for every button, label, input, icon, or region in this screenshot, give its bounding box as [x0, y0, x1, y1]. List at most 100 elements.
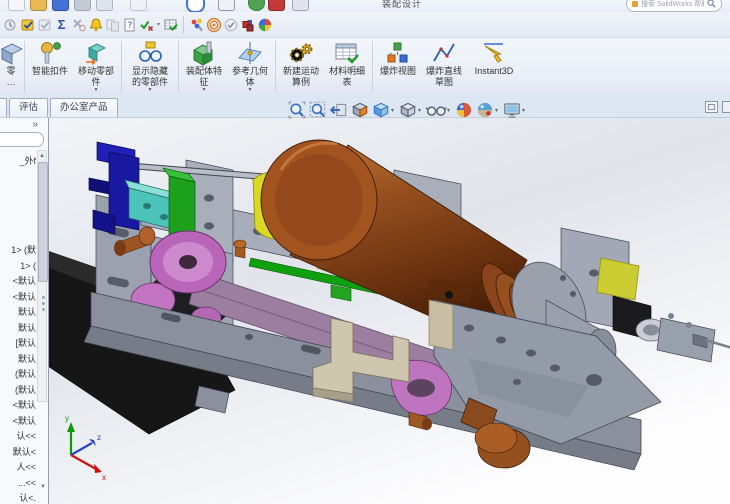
explode-line-sketch-icon [431, 40, 457, 66]
tools-toolbar: Σ ? ▾ [0, 12, 730, 38]
dropdown-arrow-icon[interactable]: ▾ [148, 87, 151, 94]
assembly-features-icon [191, 40, 217, 66]
panel-expand-chevron[interactable]: » [32, 119, 38, 130]
scrollbar-thumb[interactable] [38, 162, 48, 282]
motion-rings-icon[interactable] [205, 16, 222, 34]
compare-disabled-icon[interactable] [104, 16, 121, 34]
color-swatch-icon[interactable] [268, 0, 285, 11]
check-circle-icon[interactable] [222, 16, 239, 34]
graphics-area[interactable]: y z x [49, 118, 730, 504]
zoom-area-icon[interactable] [308, 100, 328, 120]
dropdown-arrow-icon[interactable]: ▾ [155, 21, 162, 28]
smart-fasteners-button[interactable]: 智能扣件 [27, 38, 73, 95]
show-hidden-components-button[interactable]: 显示隐藏的零部件 ▾ [124, 38, 176, 95]
solidworks-window: 装配设计 搜索 SolidWorks 帮助 Σ ? ▾ 零 … 智能扣件 移动零… [0, 0, 730, 504]
tree-item[interactable]: ...<< [0, 476, 36, 492]
bill-of-materials-button[interactable]: 材料明细表 [324, 38, 370, 95]
button-label: 零 [6, 66, 16, 76]
feature-tree: 1> (默 1> ( <默认 <默认 默认 默认 [默认 默认 (默认 (默认 … [0, 243, 36, 504]
tab-partial[interactable] [0, 98, 7, 117]
render-sphere-icon[interactable] [256, 16, 273, 34]
svg-text:?: ? [127, 21, 132, 31]
close-window-icon-partial[interactable] [722, 101, 730, 113]
tab-evaluate[interactable]: 评估 [9, 98, 49, 117]
alert-bell-icon[interactable] [87, 16, 104, 34]
tree-item[interactable]: 1> (默 [0, 243, 36, 259]
display-style-icon[interactable]: ▾ [398, 100, 424, 120]
button-label: 显示隐藏的零部件 [131, 66, 168, 87]
tree-item[interactable]: <默认 [0, 398, 36, 414]
move-component-button[interactable]: 移动零部件 ▾ [73, 38, 119, 95]
panel-splitter-grip[interactable] [42, 296, 45, 311]
new-doc-icon[interactable] [8, 0, 25, 11]
new-motion-study-button[interactable]: 新建运动算例 [278, 38, 324, 95]
appearance-paint-icon[interactable] [188, 16, 205, 34]
options-icon[interactable] [96, 0, 113, 11]
design-checker-icon[interactable] [19, 16, 36, 34]
dropdown-arrow-icon[interactable]: ▾ [202, 87, 205, 94]
history-icon[interactable] [2, 16, 19, 34]
dropdown-arrow-icon[interactable]: ▾ [248, 87, 251, 94]
verify-check-x-icon[interactable] [138, 16, 155, 34]
section-view-icon[interactable] [350, 100, 370, 120]
show-hidden-components-icon [137, 40, 163, 66]
tree-item[interactable]: (默认 [0, 383, 36, 399]
bill-of-materials-icon [334, 40, 360, 66]
tree-item[interactable]: <默认 [0, 290, 36, 306]
table-evaluate-icon[interactable] [162, 16, 179, 34]
previous-view-icon[interactable] [329, 100, 349, 120]
hide-show-items-icon[interactable]: ▾ [425, 100, 453, 120]
button-label: 新建运动算例 [282, 66, 319, 87]
reference-geometry-button[interactable]: 参考几何体 ▾ [227, 38, 273, 95]
view-settings-icon[interactable]: ▾ [502, 100, 528, 120]
zoom-fit-icon[interactable] [287, 100, 307, 120]
view-orientation-icon[interactable]: ▾ [371, 100, 397, 120]
rebuild-icon[interactable] [130, 0, 147, 11]
tree-item[interactable]: 认<< [0, 429, 36, 445]
check-disabled-icon[interactable] [36, 16, 53, 34]
save-icon[interactable] [52, 0, 69, 11]
tree-item[interactable]: 人<< [0, 460, 36, 476]
search-flag-icon [632, 0, 638, 7]
triad-x-label: x [102, 473, 106, 482]
tree-item[interactable]: 默认 [0, 352, 36, 368]
tree-scrollbar[interactable]: ▲ [37, 150, 48, 402]
select-icon[interactable] [218, 0, 235, 11]
assembly-model[interactable]: y z x [49, 118, 730, 504]
tree-item[interactable]: 默认< [0, 445, 36, 461]
window-icon[interactable] [292, 0, 309, 11]
explode-line-sketch-button[interactable]: 爆炸直线草图 [421, 38, 467, 95]
deviation-blocks-icon[interactable] [239, 16, 256, 34]
dropdown-arrow-icon[interactable]: ▾ [94, 87, 97, 94]
restore-window-icon[interactable] [705, 101, 718, 113]
print-icon[interactable] [74, 0, 91, 11]
tree-item[interactable]: 默认 [0, 305, 36, 321]
edit-appearance-icon[interactable] [454, 100, 474, 120]
open-folder-icon[interactable] [30, 0, 47, 11]
scroll-up-icon[interactable]: ▲ [38, 151, 46, 161]
tree-item[interactable]: 默认 [0, 321, 36, 337]
tree-filter-input[interactable] [0, 132, 44, 147]
tree-item[interactable]: <默认 [0, 274, 36, 290]
undo-icon[interactable] [186, 0, 205, 12]
exploded-view-button[interactable]: 爆炸视图 [375, 38, 421, 95]
apply-scene-icon[interactable]: ▾ [475, 100, 501, 120]
scroll-down-icon[interactable]: ▼ [40, 484, 46, 490]
tree-item[interactable]: <默认 [0, 414, 36, 430]
instant3d-button[interactable]: Instant3D [467, 38, 521, 95]
tree-item[interactable]: (默认 [0, 367, 36, 383]
assembly-features-button[interactable]: 装配体特征 ▾ [181, 38, 227, 95]
insert-component-button-partial[interactable]: 零 … [0, 38, 22, 95]
tab-office-products[interactable]: 办公室产品 [50, 98, 118, 117]
equations-sigma-icon[interactable]: Σ [53, 16, 70, 34]
ribbon-separator [24, 41, 25, 92]
tree-root-item[interactable]: _外f [0, 154, 36, 167]
no-external-ref-icon[interactable] [70, 16, 87, 34]
tree-item[interactable]: [默认 [0, 336, 36, 352]
magnifier-icon[interactable] [707, 0, 716, 8]
help-doc-icon[interactable]: ? [121, 16, 138, 34]
tree-item[interactable]: 认<. [0, 491, 36, 504]
tree-item[interactable]: 1> ( [0, 259, 36, 275]
button-label: 智能扣件 [31, 66, 68, 76]
search-box[interactable]: 搜索 SolidWorks 帮助 [626, 0, 722, 12]
